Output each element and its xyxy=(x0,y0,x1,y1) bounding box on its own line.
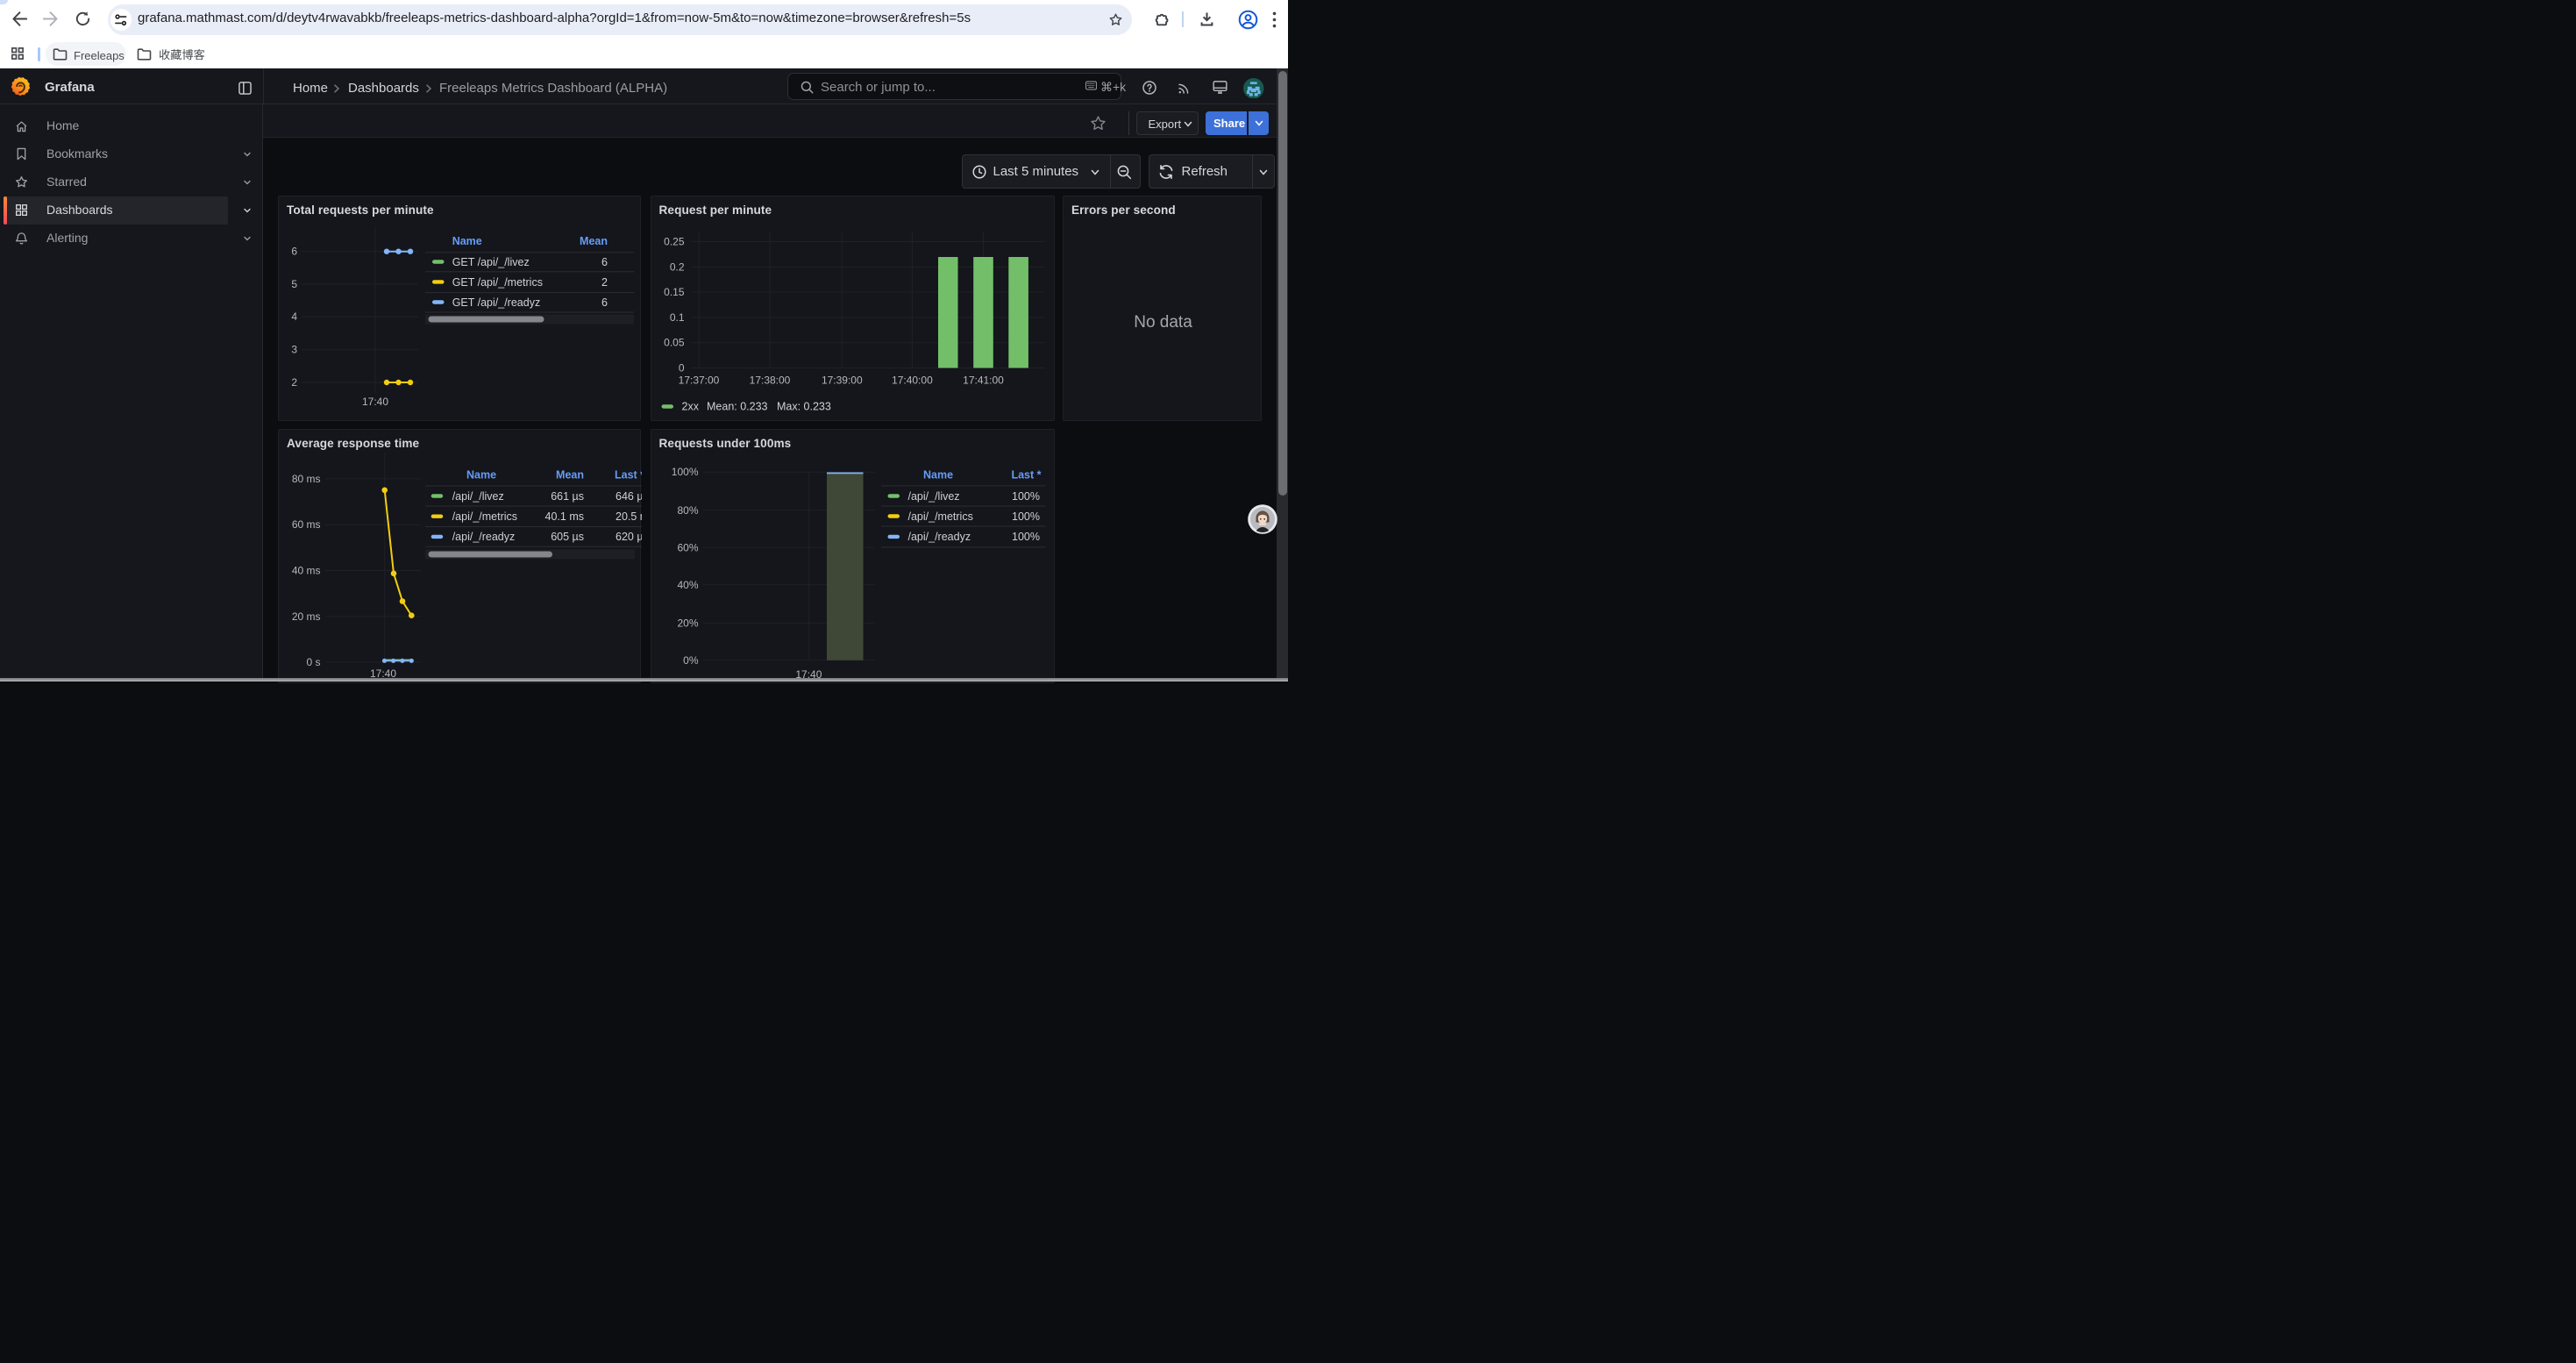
svg-text:0.05: 0.05 xyxy=(664,337,685,349)
svg-text:Mean: Mean xyxy=(556,468,584,481)
svg-text:6: 6 xyxy=(601,296,608,309)
svg-text:Max: 0.233: Max: 0.233 xyxy=(777,401,831,413)
svg-text:Mean: Mean xyxy=(580,235,608,247)
svg-text:17:39:00: 17:39:00 xyxy=(821,375,862,387)
svg-text:646 µs: 646 µs xyxy=(616,489,642,502)
svg-text:17:37:00: 17:37:00 xyxy=(678,375,719,387)
svg-text:2xx: 2xx xyxy=(681,401,699,413)
svg-text:2: 2 xyxy=(601,276,608,289)
svg-text:Mean: 0.233: Mean: 0.233 xyxy=(707,401,768,413)
svg-text:4: 4 xyxy=(291,310,297,323)
svg-text:Name: Name xyxy=(452,235,482,247)
svg-text:17:40: 17:40 xyxy=(362,396,388,408)
svg-text:80 ms: 80 ms xyxy=(292,472,321,484)
svg-text:6: 6 xyxy=(291,246,297,258)
svg-text:17:41:00: 17:41:00 xyxy=(963,375,1004,387)
svg-text:620 µs: 620 µs xyxy=(616,531,642,543)
svg-text:60 ms: 60 ms xyxy=(292,518,321,531)
svg-text:/api/_/metrics: /api/_/metrics xyxy=(907,510,972,522)
svg-text:GET /api/_/metrics: GET /api/_/metrics xyxy=(452,276,543,289)
svg-text:0.25: 0.25 xyxy=(664,236,685,248)
svg-text:100%: 100% xyxy=(1012,531,1040,543)
svg-text:0: 0 xyxy=(678,362,684,375)
svg-text:Name: Name xyxy=(923,468,953,481)
svg-text:100%: 100% xyxy=(1012,510,1040,522)
svg-text:60%: 60% xyxy=(677,541,698,553)
svg-text:80%: 80% xyxy=(677,503,698,516)
svg-text:20 ms: 20 ms xyxy=(292,610,321,622)
svg-text:6: 6 xyxy=(601,256,608,268)
svg-text:0.2: 0.2 xyxy=(669,260,684,273)
svg-text:40%: 40% xyxy=(677,578,698,590)
svg-text:661 µs: 661 µs xyxy=(551,489,584,502)
svg-text:/api/_/livez: /api/_/livez xyxy=(907,489,959,502)
svg-text:5: 5 xyxy=(291,278,297,290)
svg-text:GET /api/_/readyz: GET /api/_/readyz xyxy=(452,296,541,309)
svg-text:Last *: Last * xyxy=(615,468,642,481)
svg-text:17:38:00: 17:38:00 xyxy=(749,375,790,387)
svg-text:0.15: 0.15 xyxy=(664,286,685,298)
svg-text:Last *: Last * xyxy=(1011,468,1041,481)
svg-text:100%: 100% xyxy=(671,466,698,478)
svg-text:/api/_/readyz: /api/_/readyz xyxy=(907,531,971,543)
svg-text:17:40:00: 17:40:00 xyxy=(892,375,933,387)
svg-text:100%: 100% xyxy=(1012,489,1040,502)
svg-text:0%: 0% xyxy=(683,653,699,666)
svg-text:20%: 20% xyxy=(677,617,698,629)
svg-text:/api/_/livez: /api/_/livez xyxy=(452,489,504,502)
svg-text:40 ms: 40 ms xyxy=(292,564,321,576)
svg-text:2: 2 xyxy=(291,376,297,389)
svg-text:40.1 ms: 40.1 ms xyxy=(545,510,584,523)
svg-text:20.5 ms: 20.5 ms xyxy=(616,510,642,523)
svg-text:3: 3 xyxy=(291,344,297,356)
svg-text:0 s: 0 s xyxy=(306,656,320,668)
svg-text:605 µs: 605 µs xyxy=(551,531,584,543)
svg-text:/api/_/metrics: /api/_/metrics xyxy=(452,510,517,523)
svg-text:GET /api/_/livez: GET /api/_/livez xyxy=(452,256,530,268)
svg-text:Name: Name xyxy=(466,468,496,481)
svg-text:0.1: 0.1 xyxy=(669,311,684,324)
svg-text:/api/_/readyz: /api/_/readyz xyxy=(452,531,516,543)
